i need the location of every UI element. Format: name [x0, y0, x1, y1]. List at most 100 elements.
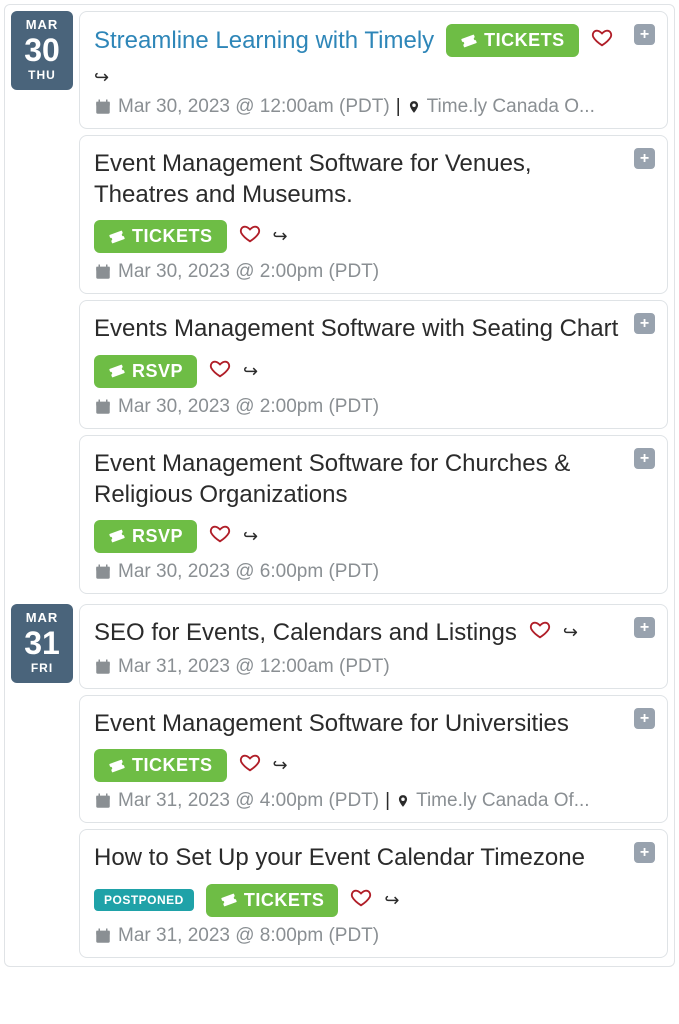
- badge-label: TICKETS: [132, 755, 213, 776]
- event-title-row: Streamline Learning with Timely TICKETS ↪: [94, 24, 653, 88]
- event-title: How to Set Up your Event Calendar Timezo…: [94, 842, 585, 873]
- event-title-row: Event Management Software for Churches &…: [94, 448, 653, 553]
- event-title-row: Events Management Software with Seating …: [94, 313, 653, 387]
- event-datetime: Mar 30, 2023 @ 2:00pm (PDT): [118, 261, 379, 283]
- event-title: Event Management Software for Universiti…: [94, 708, 569, 739]
- status-badge: POSTPONED: [94, 889, 194, 911]
- favorite-button[interactable]: [239, 752, 261, 779]
- ticket-icon: [108, 527, 126, 545]
- event-datetime: Mar 30, 2023 @ 2:00pm (PDT): [118, 396, 379, 418]
- ticket-icon: [460, 32, 478, 50]
- calendar-icon: [94, 658, 112, 676]
- tickets-button[interactable]: TICKETS: [94, 749, 227, 782]
- calendar-icon: [94, 792, 112, 810]
- rsvp-button[interactable]: RSVP: [94, 520, 197, 553]
- date-month: MAR: [11, 610, 73, 625]
- favorite-button[interactable]: [350, 887, 372, 914]
- favorite-button[interactable]: [209, 523, 231, 550]
- calendar-icon: [94, 98, 112, 116]
- event-title: SEO for Events, Calendars and Listings: [94, 617, 517, 648]
- heart-icon[interactable]: [529, 619, 551, 641]
- share-button[interactable]: ↪: [384, 890, 399, 911]
- add-event-button[interactable]: +: [634, 617, 655, 638]
- event-meta: Mar 31, 2023 @ 12:00am (PDT): [94, 656, 653, 678]
- favorite-button[interactable]: [591, 27, 613, 54]
- date-daynum: 30: [11, 34, 73, 66]
- add-event-button[interactable]: +: [634, 708, 655, 729]
- favorite-button[interactable]: [529, 619, 551, 646]
- heart-icon[interactable]: [239, 752, 261, 774]
- date-dow: THU: [11, 68, 73, 82]
- badge-label: TICKETS: [484, 30, 565, 51]
- location-pin-icon: [396, 792, 410, 810]
- event-card: + Streamline Learning with Timely TICKETS ↪…: [79, 11, 668, 129]
- add-event-button[interactable]: +: [634, 24, 655, 45]
- event-meta: Mar 30, 2023 @ 2:00pm (PDT): [94, 396, 653, 418]
- calendar-icon: [94, 927, 112, 945]
- share-button[interactable]: ↪: [563, 622, 578, 643]
- add-event-button[interactable]: +: [634, 448, 655, 469]
- event-title-row: Event Management Software for Universiti…: [94, 708, 653, 782]
- event-card: + SEO for Events, Calendars and Listings ↪…: [79, 604, 668, 689]
- event-card: + Events Management Software with Seating…: [79, 300, 668, 428]
- add-event-button[interactable]: +: [634, 148, 655, 169]
- share-button[interactable]: ↪: [243, 361, 258, 382]
- event-location: Time.ly Canada O...: [427, 96, 595, 118]
- event-card: + Event Management Software for Venues, T…: [79, 135, 668, 294]
- meta-separator: |: [396, 96, 401, 118]
- tickets-button[interactable]: TICKETS: [94, 220, 227, 253]
- share-button[interactable]: ↪: [273, 226, 288, 247]
- badge-label: TICKETS: [132, 226, 213, 247]
- event-meta: Mar 30, 2023 @ 6:00pm (PDT): [94, 561, 653, 583]
- event-meta: Mar 30, 2023 @ 12:00am (PDT) | Time.ly Can…: [94, 96, 653, 118]
- event-title: Event Management Software for Venues, Th…: [94, 148, 623, 210]
- event-title[interactable]: Streamline Learning with Timely: [94, 25, 434, 56]
- event-title: Event Management Software for Churches &…: [94, 448, 623, 510]
- event-title-row: SEO for Events, Calendars and Listings ↪: [94, 617, 653, 648]
- calendar-icon: [94, 563, 112, 581]
- share-button[interactable]: ↪: [243, 526, 258, 547]
- ticket-icon: [108, 362, 126, 380]
- event-datetime: Mar 30, 2023 @ 12:00am (PDT): [118, 96, 390, 118]
- location-pin-icon: [407, 98, 421, 116]
- share-button[interactable]: ↪: [273, 755, 288, 776]
- date-month: MAR: [11, 17, 73, 32]
- ticket-icon: [220, 891, 238, 909]
- date-badge: MAR 31 FRI: [11, 604, 73, 683]
- tickets-button[interactable]: TICKETS: [206, 884, 339, 917]
- heart-icon[interactable]: [239, 223, 261, 245]
- date-dow: FRI: [11, 661, 73, 675]
- events-column: + Streamline Learning with Timely TICKETS ↪…: [79, 11, 668, 600]
- meta-separator: |: [385, 790, 390, 812]
- event-title-row: Event Management Software for Venues, Th…: [94, 148, 653, 253]
- add-event-button[interactable]: +: [634, 842, 655, 863]
- ticket-icon: [108, 757, 126, 775]
- add-event-button[interactable]: +: [634, 313, 655, 334]
- event-card: + Event Management Software for Churches …: [79, 435, 668, 594]
- event-calendar: MAR30THU+Streamline Learning with Timely…: [4, 4, 675, 967]
- heart-icon[interactable]: [209, 523, 231, 545]
- ticket-icon: [108, 228, 126, 246]
- event-card: + Event Management Software for Universit…: [79, 695, 668, 823]
- event-meta: Mar 31, 2023 @ 8:00pm (PDT): [94, 925, 653, 947]
- favorite-button[interactable]: [209, 358, 231, 385]
- event-title: Events Management Software with Seating …: [94, 313, 618, 344]
- tickets-button[interactable]: TICKETS: [446, 24, 579, 57]
- badge-label: RSVP: [132, 361, 183, 382]
- event-meta: Mar 30, 2023 @ 2:00pm (PDT): [94, 261, 653, 283]
- rsvp-button[interactable]: RSVP: [94, 355, 197, 388]
- day-block: MAR30THU+Streamline Learning with Timely…: [7, 7, 672, 600]
- favorite-button[interactable]: [239, 223, 261, 250]
- heart-icon[interactable]: [591, 27, 613, 49]
- event-datetime: Mar 31, 2023 @ 12:00am (PDT): [118, 656, 390, 678]
- calendar-icon: [94, 263, 112, 281]
- event-card: + How to Set Up your Event Calendar Timez…: [79, 829, 668, 957]
- share-button[interactable]: ↪: [94, 67, 109, 88]
- date-daynum: 31: [11, 627, 73, 659]
- date-badge: MAR 30 THU: [11, 11, 73, 90]
- event-location: Time.ly Canada Of...: [416, 790, 590, 812]
- heart-icon[interactable]: [209, 358, 231, 380]
- heart-icon[interactable]: [350, 887, 372, 909]
- day-block: MAR31FRI+SEO for Events, Calendars and L…: [7, 600, 672, 964]
- event-datetime: Mar 31, 2023 @ 8:00pm (PDT): [118, 925, 379, 947]
